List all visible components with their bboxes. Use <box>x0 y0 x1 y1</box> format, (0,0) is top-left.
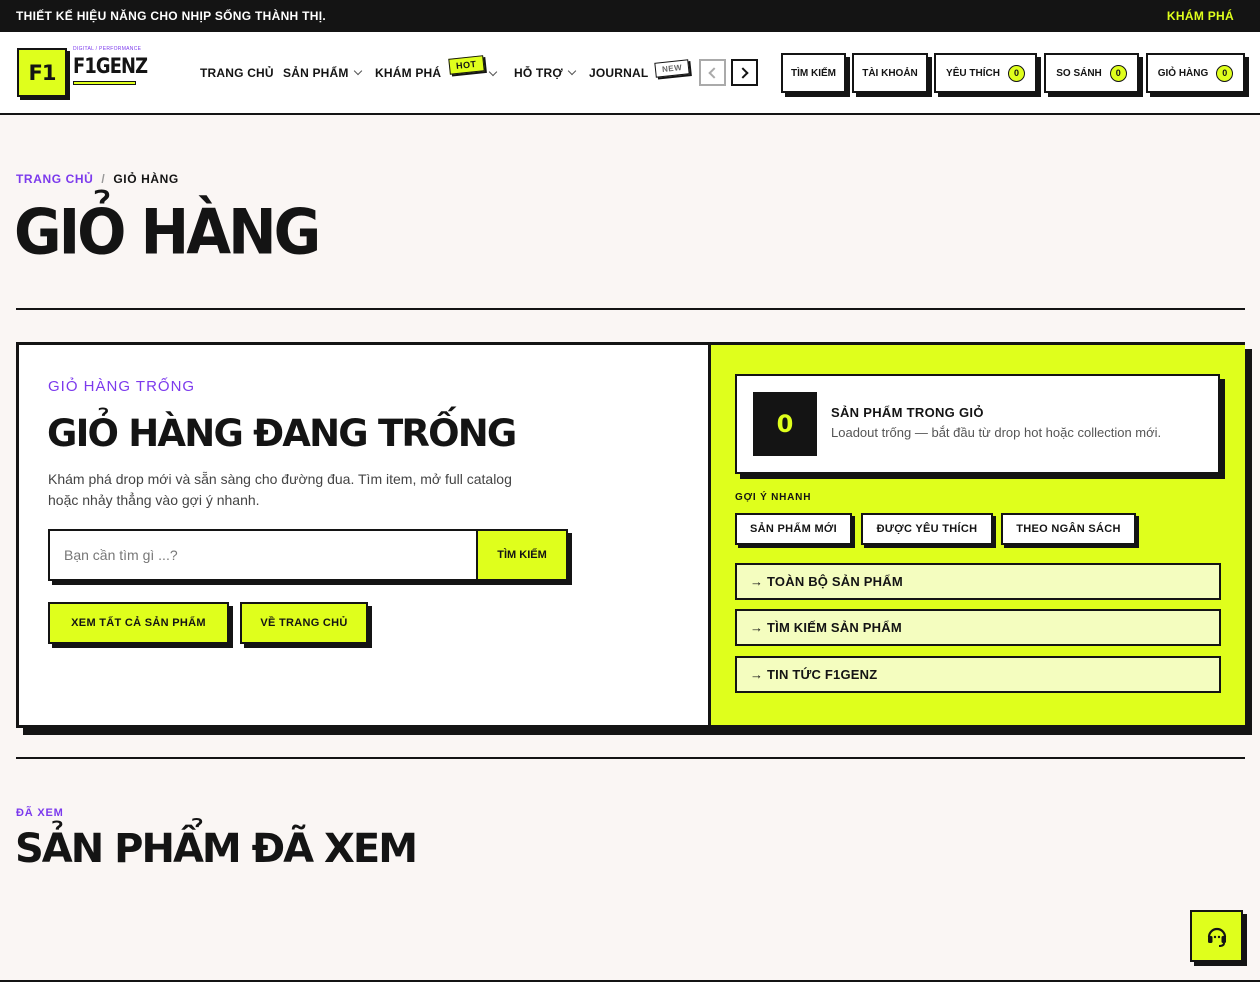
empty-cart-eyebrow: GIỎ HÀNG TRỐNG <box>48 378 196 395</box>
chevron-down-icon <box>567 66 577 76</box>
nav-prev-button[interactable] <box>699 59 726 86</box>
logo-underline <box>73 81 136 85</box>
chip-new-products[interactable]: SẢN PHẨM MỚI <box>735 513 852 545</box>
nav-item-home[interactable]: TRANG CHỦ <box>200 66 274 80</box>
hot-badge: HOT <box>448 55 485 75</box>
nav-item-journal[interactable]: JOURNAL <box>589 66 648 80</box>
empty-cart-content: GIỎ HÀNG TRỐNG GIỎ HÀNG ĐANG TRỐNG Khám … <box>19 345 708 725</box>
page-title: GIỎ HÀNG <box>14 195 321 269</box>
chevron-right-icon <box>737 66 749 79</box>
search-input[interactable] <box>50 531 478 579</box>
headset-icon <box>1207 927 1226 947</box>
nav-item-explore[interactable]: KHÁM PHÁ <box>375 66 441 80</box>
search-submit-button[interactable]: TÌM KIẾM <box>478 531 566 579</box>
nav-label: KHÁM PHÁ <box>375 66 442 80</box>
nav-label: JOURNAL <box>589 66 649 80</box>
site-header: F1 DIGITAL / PERFORMANCE F1GENZ TRANG CH… <box>0 32 1260 115</box>
button-label: GIỎ HÀNG <box>1157 67 1209 79</box>
recently-viewed-title: SẢN PHẨM ĐÃ XEM <box>15 826 418 872</box>
view-all-products-button[interactable]: XEM TẤT CẢ SẢN PHẨM <box>48 602 229 644</box>
announcement-link[interactable]: KHÁM PHÁ <box>1167 9 1234 23</box>
wishlist-count: 0 <box>1007 64 1025 82</box>
compare-count: 0 <box>1109 64 1127 82</box>
button-label: YÊU THÍCH <box>946 67 1000 79</box>
logo-tagline: DIGITAL / PERFORMANCE <box>73 46 142 52</box>
logo-mark[interactable]: F1 <box>17 48 67 97</box>
empty-cart-title: GIỎ HÀNG ĐANG TRỐNG <box>47 412 517 455</box>
cart-count-box: 0 SẢN PHẨM TRONG GIỎ Loadout trống — bắt… <box>735 374 1220 474</box>
button-label: SO SÁNH <box>1056 67 1102 79</box>
link-all-products[interactable]: → TOÀN BỘ SẢN PHẨM <box>735 563 1221 600</box>
empty-cart-panel: GIỎ HÀNG TRỐNG GIỎ HÀNG ĐANG TRỐNG Khám … <box>16 342 1245 728</box>
cart-count-value: 0 <box>753 392 817 456</box>
link-news[interactable]: → TIN TỨC F1GENZ <box>735 656 1221 693</box>
divider <box>16 308 1245 310</box>
cart-count-title: SẢN PHẨM TRONG GIỎ <box>831 405 984 420</box>
nav-next-button[interactable] <box>731 59 758 86</box>
chevron-down-icon <box>488 67 498 77</box>
header-account-button[interactable]: TÀI KHOẢN <box>852 53 928 93</box>
breadcrumb: TRANG CHỦ / GIỎ HÀNG <box>16 172 179 186</box>
header-cart-button[interactable]: GIỎ HÀNG 0 <box>1146 53 1245 93</box>
nav-label: SẢN PHẨM <box>283 66 349 80</box>
button-label: TÌM KIẾM <box>791 67 836 79</box>
cart-count: 0 <box>1216 64 1234 82</box>
support-button[interactable] <box>1190 910 1243 962</box>
link-search-products[interactable]: → TÌM KIẾM SẢN PHẨM <box>735 609 1221 646</box>
chip-favorites[interactable]: ĐƯỢC YÊU THÍCH <box>861 513 993 545</box>
nav-label: HỖ TRỢ <box>514 66 563 80</box>
breadcrumb-separator: / <box>101 172 106 186</box>
recently-viewed-eyebrow: ĐÃ XEM <box>16 807 64 819</box>
breadcrumb-home[interactable]: TRANG CHỦ <box>16 172 93 186</box>
nav-item-products[interactable]: SẢN PHẨM <box>283 66 362 80</box>
nav-label: TRANG CHỦ <box>200 66 274 80</box>
chevron-left-icon <box>708 66 720 79</box>
divider <box>16 757 1245 759</box>
chevron-down-icon <box>353 66 362 76</box>
button-label: TÀI KHOẢN <box>862 67 918 79</box>
header-search-button[interactable]: TÌM KIẾM <box>781 53 846 93</box>
header-compare-button[interactable]: SO SÁNH 0 <box>1044 53 1139 93</box>
quick-suggestions-label: GỢI Ý NHANH <box>735 492 812 503</box>
nav-item-support[interactable]: HỖ TRỢ <box>514 66 577 80</box>
new-badge: NEW <box>654 59 690 78</box>
search-form: TÌM KIẾM <box>48 529 568 581</box>
empty-cart-description: Khám phá drop mới và sẵn sàng cho đường … <box>48 471 512 508</box>
chip-by-budget[interactable]: THEO NGÂN SÁCH <box>1001 513 1136 545</box>
header-wishlist-button[interactable]: YÊU THÍCH 0 <box>934 53 1037 93</box>
announcement-text: THIẾT KẾ HIỆU NĂNG CHO NHỊP SỐNG THÀNH T… <box>16 9 327 23</box>
cart-count-subtitle: Loadout trống — bắt đầu từ drop hot hoặc… <box>831 425 1162 440</box>
go-home-button[interactable]: VỀ TRANG CHỦ <box>240 602 368 644</box>
breadcrumb-current: GIỎ HÀNG <box>113 172 179 186</box>
logo-wordmark[interactable]: F1GENZ <box>73 54 148 78</box>
cart-summary: 0 SẢN PHẨM TRONG GIỎ Loadout trống — bắt… <box>708 345 1245 725</box>
announcement-bar: THIẾT KẾ HIỆU NĂNG CHO NHỊP SỐNG THÀNH T… <box>0 0 1260 32</box>
